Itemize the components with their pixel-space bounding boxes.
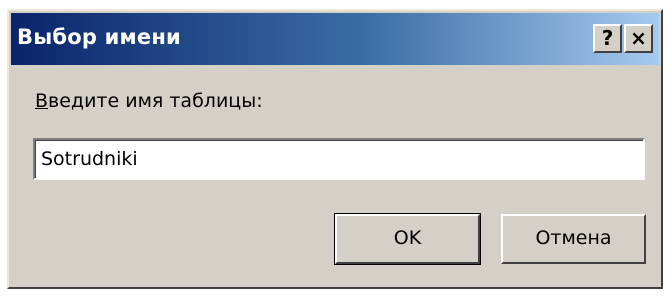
table-name-input[interactable] — [33, 138, 645, 180]
close-icon: × — [630, 26, 647, 50]
cancel-button[interactable]: Отмена — [501, 214, 646, 264]
help-button[interactable]: ? — [593, 24, 622, 53]
close-button[interactable]: × — [624, 24, 653, 53]
label-text: ведите имя таблицы: — [48, 90, 263, 112]
name-selection-dialog: Выбор имени ? × Введите имя таблицы: OK … — [7, 9, 663, 289]
dialog-title: Выбор имени — [17, 25, 181, 49]
table-name-label: Введите имя таблицы: — [35, 90, 263, 112]
label-accelerator: В — [35, 90, 49, 112]
question-icon: ? — [601, 26, 614, 50]
ok-button[interactable]: OK — [334, 213, 481, 265]
title-bar[interactable]: Выбор имени ? × — [11, 13, 659, 65]
